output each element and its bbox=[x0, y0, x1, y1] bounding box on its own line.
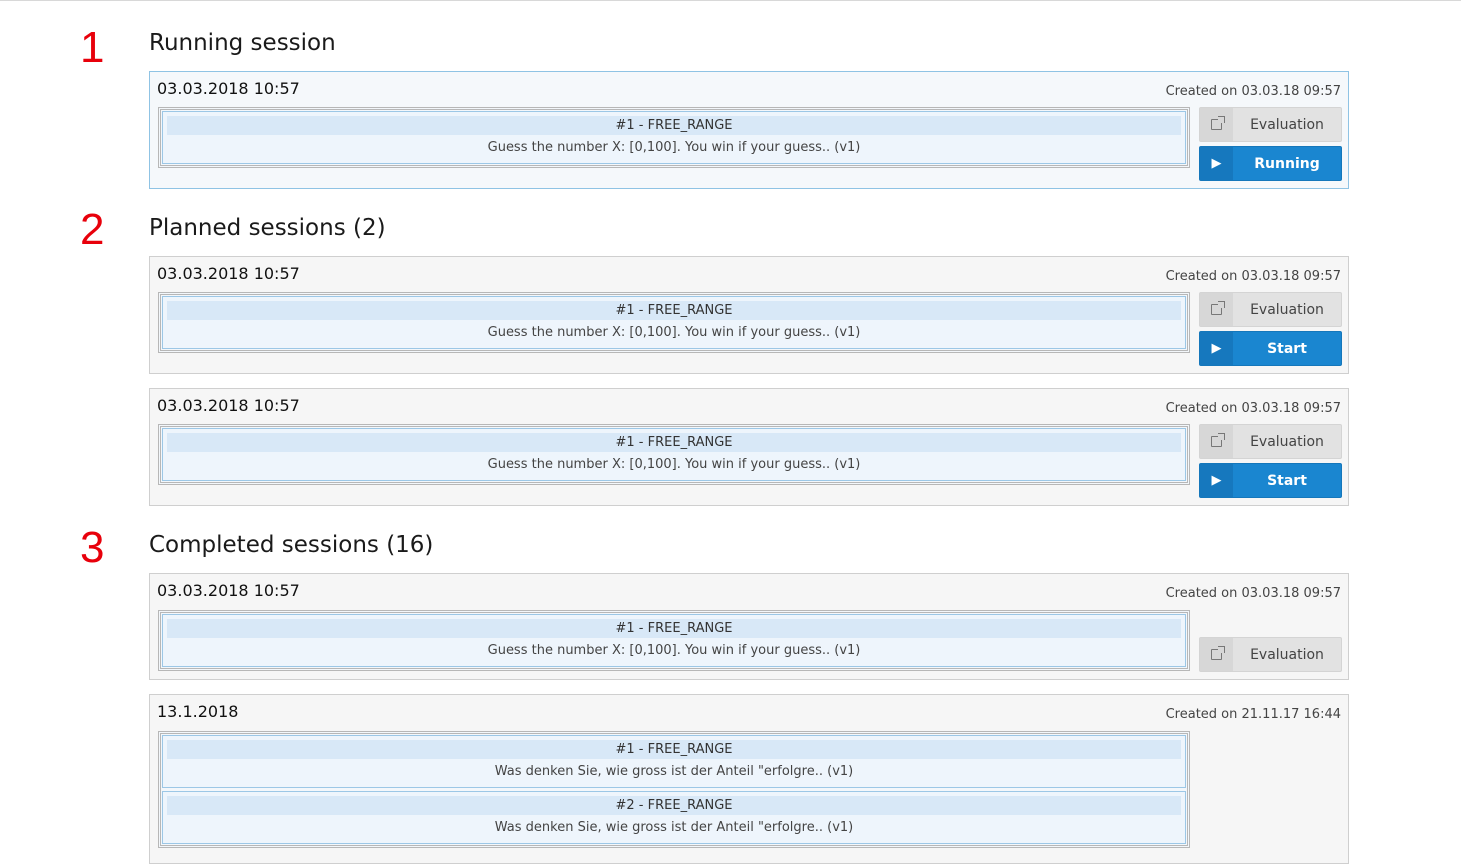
start-button[interactable]: ▶ Start bbox=[1199, 331, 1342, 366]
session-card: 13.1.2018 Created on 21.11.17 16:44 #1 -… bbox=[149, 694, 1349, 864]
session-items: #1 - FREE_RANGE Guess the number X: [0,1… bbox=[158, 107, 1190, 168]
running-section-title: Running session bbox=[149, 30, 336, 56]
top-divider bbox=[0, 0, 1461, 1]
list-item: #1 - FREE_RANGE Guess the number X: [0,1… bbox=[162, 296, 1186, 349]
session-card: 03.03.2018 10:57 Created on 03.03.18 09:… bbox=[149, 388, 1349, 506]
evaluation-button[interactable]: Evaluation bbox=[1199, 107, 1342, 142]
session-date: 03.03.2018 10:57 bbox=[157, 396, 300, 415]
item-title: #1 - FREE_RANGE bbox=[167, 301, 1181, 320]
external-link-icon bbox=[1200, 425, 1233, 458]
session-created: Created on 21.11.17 16:44 bbox=[1165, 707, 1341, 722]
completed-section-title: Completed sessions (16) bbox=[149, 532, 434, 558]
external-link-icon bbox=[1200, 293, 1233, 326]
play-icon: ▶ bbox=[1200, 147, 1233, 180]
session-card: 03.03.2018 10:57 Created on 03.03.18 09:… bbox=[149, 573, 1349, 680]
session-created: Created on 03.03.18 09:57 bbox=[1165, 84, 1341, 99]
session-items: #1 - FREE_RANGE Guess the number X: [0,1… bbox=[158, 424, 1190, 485]
session-created: Created on 03.03.18 09:57 bbox=[1165, 269, 1341, 284]
item-title: #1 - FREE_RANGE bbox=[167, 116, 1181, 135]
evaluation-button[interactable]: Evaluation bbox=[1199, 292, 1342, 327]
play-icon: ▶ bbox=[1200, 332, 1233, 365]
item-description: Was denken Sie, wie gross ist der Anteil… bbox=[494, 764, 854, 779]
session-items: #1 - FREE_RANGE Was denken Sie, wie gros… bbox=[158, 731, 1190, 848]
item-title: #1 - FREE_RANGE bbox=[167, 433, 1181, 452]
running-label: Running bbox=[1254, 155, 1320, 172]
evaluation-button[interactable]: Evaluation bbox=[1199, 637, 1342, 672]
item-description: Guess the number X: [0,100]. You win if … bbox=[487, 457, 861, 472]
evaluation-button[interactable]: Evaluation bbox=[1199, 424, 1342, 459]
list-item: #1 - FREE_RANGE Guess the number X: [0,1… bbox=[162, 428, 1186, 481]
list-item: #2 - FREE_RANGE Was denken Sie, wie gros… bbox=[162, 791, 1186, 844]
list-item: #1 - FREE_RANGE Guess the number X: [0,1… bbox=[162, 111, 1186, 164]
start-button[interactable]: ▶ Start bbox=[1199, 463, 1342, 498]
session-created: Created on 03.03.18 09:57 bbox=[1165, 586, 1341, 601]
evaluation-label: Evaluation bbox=[1250, 116, 1324, 133]
session-date: 03.03.2018 10:57 bbox=[157, 581, 300, 600]
session-card: 03.03.2018 10:57 Created on 03.03.18 09:… bbox=[149, 256, 1349, 374]
session-items: #1 - FREE_RANGE Guess the number X: [0,1… bbox=[158, 292, 1190, 353]
play-icon: ▶ bbox=[1200, 464, 1233, 497]
running-button[interactable]: ▶ Running bbox=[1199, 146, 1342, 181]
evaluation-label: Evaluation bbox=[1250, 433, 1324, 450]
annotation-marker-1: 1 bbox=[80, 23, 105, 72]
session-date: 13.1.2018 bbox=[157, 702, 239, 721]
item-description: Was denken Sie, wie gross ist der Anteil… bbox=[494, 820, 854, 835]
planned-section-title: Planned sessions (2) bbox=[149, 215, 386, 241]
session-items: #1 - FREE_RANGE Guess the number X: [0,1… bbox=[158, 610, 1190, 671]
item-description: Guess the number X: [0,100]. You win if … bbox=[487, 643, 861, 658]
item-description: Guess the number X: [0,100]. You win if … bbox=[487, 140, 861, 155]
session-date: 03.03.2018 10:57 bbox=[157, 264, 300, 283]
list-item: #1 - FREE_RANGE Was denken Sie, wie gros… bbox=[162, 735, 1186, 788]
external-link-icon bbox=[1200, 638, 1233, 671]
evaluation-label: Evaluation bbox=[1250, 646, 1324, 663]
session-card: 03.03.2018 10:57 Created on 03.03.18 09:… bbox=[149, 71, 1349, 189]
annotation-marker-2: 2 bbox=[80, 205, 105, 254]
item-title: #2 - FREE_RANGE bbox=[167, 796, 1181, 815]
start-label: Start bbox=[1267, 472, 1307, 489]
list-item: #1 - FREE_RANGE Guess the number X: [0,1… bbox=[162, 614, 1186, 667]
evaluation-label: Evaluation bbox=[1250, 301, 1324, 318]
session-date: 03.03.2018 10:57 bbox=[157, 79, 300, 98]
item-title: #1 - FREE_RANGE bbox=[167, 740, 1181, 759]
item-description: Guess the number X: [0,100]. You win if … bbox=[487, 325, 861, 340]
session-created: Created on 03.03.18 09:57 bbox=[1165, 401, 1341, 416]
start-label: Start bbox=[1267, 340, 1307, 357]
item-title: #1 - FREE_RANGE bbox=[167, 619, 1181, 638]
annotation-marker-3: 3 bbox=[80, 523, 105, 572]
external-link-icon bbox=[1200, 108, 1233, 141]
